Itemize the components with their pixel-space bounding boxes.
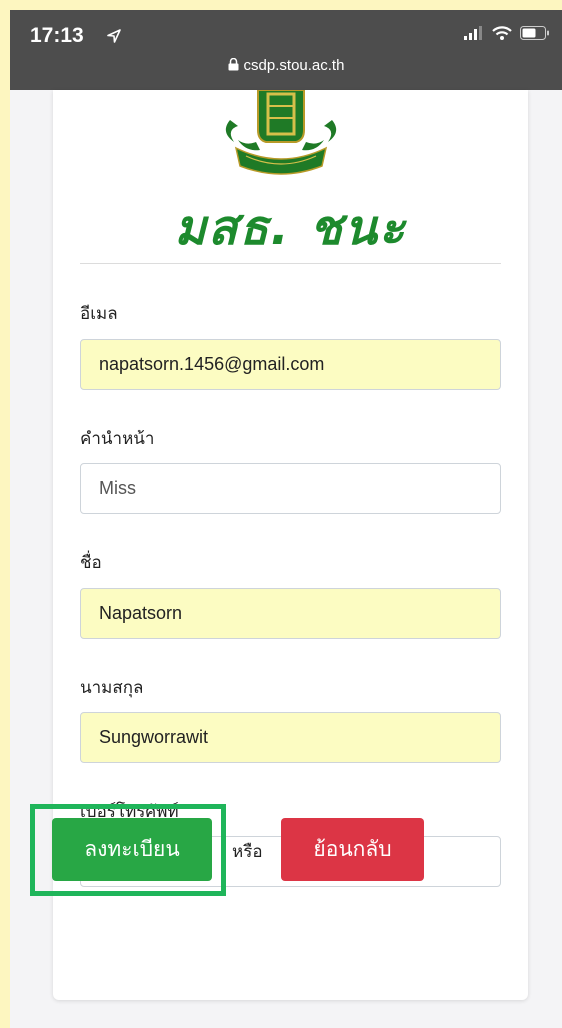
first-name-label: ชื่อ [80, 553, 102, 573]
email-label: อีเมล [80, 304, 118, 324]
last-name-field[interactable]: Sungworrawit [80, 712, 501, 763]
last-name-label: นามสกุล [80, 678, 144, 698]
register-button[interactable]: ลงทะเบียน [52, 818, 212, 881]
signal-icon [464, 26, 482, 40]
university-seal-logo [225, 90, 337, 175]
prefix-field[interactable]: Miss [80, 463, 501, 514]
back-button[interactable]: ย้อนกลับ [281, 818, 424, 881]
wifi-icon [492, 26, 512, 40]
divider [80, 263, 501, 264]
page-background-left [0, 0, 10, 1028]
prefix-label: คำนำหน้า [80, 429, 155, 449]
location-arrow-icon [107, 29, 121, 43]
status-bar: 17:13 csdp.stou.ac.th [10, 10, 562, 90]
brand-title: มสธ. ชนะ [174, 200, 407, 256]
url-text: csdp.stou.ac.th [243, 57, 345, 74]
url-bar[interactable]: csdp.stou.ac.th [10, 57, 562, 74]
or-text: หรือ [232, 842, 263, 862]
lock-icon [228, 58, 239, 71]
first-name-field[interactable]: Napatsorn [80, 588, 501, 639]
battery-icon [520, 26, 549, 40]
status-time: 17:13 [30, 24, 84, 47]
page-background-top [0, 0, 562, 10]
email-field[interactable]: napatsorn.1456@gmail.com [80, 339, 501, 390]
